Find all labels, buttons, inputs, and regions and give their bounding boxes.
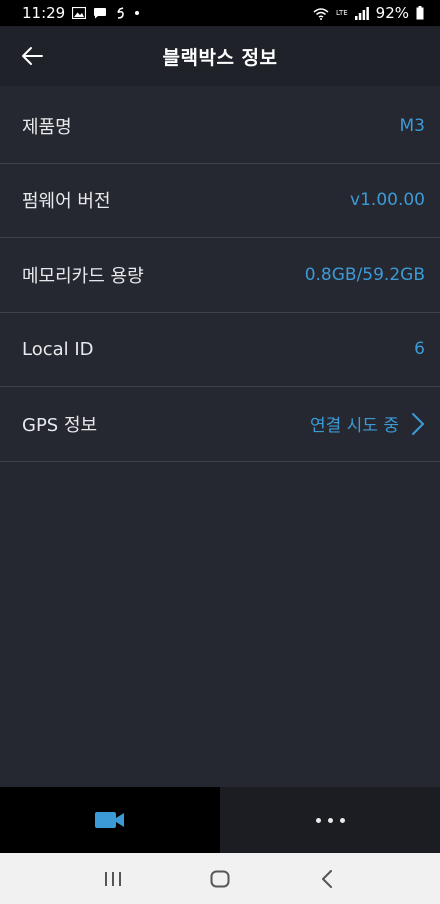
status-bar: 11:29 LTE 92% xyxy=(0,0,440,26)
tab-more[interactable] xyxy=(220,787,440,853)
firmware-version-row: 펌웨어 버전 v1.00.00 xyxy=(0,164,440,238)
row-label: 메모리카드 용량 xyxy=(22,265,144,287)
more-dots-icon xyxy=(315,817,321,823)
back-button[interactable] xyxy=(18,43,46,69)
gps-status: 연결 시도 중 xyxy=(310,411,425,436)
signal-icon xyxy=(354,6,369,20)
arrow-left-icon xyxy=(22,47,43,65)
video-camera-icon xyxy=(95,812,124,828)
status-left: 11:29 xyxy=(22,4,140,22)
row-label: Local ID xyxy=(22,338,94,360)
info-list: 제품명 M3 펌웨어 버전 v1.00.00 메모리카드 용량 0.8GB/59… xyxy=(0,89,440,462)
row-value: v1.00.00 xyxy=(350,190,425,211)
gps-info-row[interactable]: GPS 정보 연결 시도 중 xyxy=(0,387,440,462)
gallery-icon xyxy=(72,7,87,19)
product-name-row: 제품명 M3 xyxy=(0,89,440,164)
system-nav-bar xyxy=(0,853,440,904)
tab-camera[interactable] xyxy=(0,787,220,853)
row-label: GPS 정보 xyxy=(22,414,98,436)
home-button[interactable] xyxy=(200,859,240,899)
row-label: 제품명 xyxy=(22,116,72,138)
battery-percent: 92% xyxy=(375,4,409,22)
chevron-right-icon xyxy=(412,412,424,435)
row-value: 0.8GB/59.2GB xyxy=(304,264,425,285)
more-dots-icon xyxy=(339,817,345,823)
home-icon xyxy=(210,870,230,887)
status-time: 11:29 xyxy=(22,4,66,22)
back-icon xyxy=(321,869,332,888)
row-value: 연결 시도 중 xyxy=(309,416,399,437)
recent-apps-icon xyxy=(105,871,122,886)
recent-apps-button[interactable] xyxy=(93,859,133,899)
message-icon xyxy=(94,8,107,19)
memory-card-capacity-row: 메모리카드 용량 0.8GB/59.2GB xyxy=(0,238,440,313)
local-id-row: Local ID 6 xyxy=(0,313,440,387)
app-header: 블랙박스 정보 xyxy=(0,26,440,86)
row-value: M3 xyxy=(399,115,425,136)
status-right: LTE 92% xyxy=(313,4,424,22)
lte-indicator: LTE xyxy=(336,8,348,17)
app-notification-icon xyxy=(117,7,124,19)
page-title: 블랙박스 정보 xyxy=(162,46,278,69)
row-label: 펌웨어 버전 xyxy=(22,191,111,213)
bottom-tab-bar xyxy=(0,787,440,853)
battery-icon xyxy=(416,6,424,20)
more-dots-icon xyxy=(327,817,333,823)
row-value: 6 xyxy=(414,339,425,360)
wifi-icon xyxy=(313,7,329,20)
more-notifications-icon xyxy=(135,11,140,15)
system-back-button[interactable] xyxy=(307,859,347,899)
